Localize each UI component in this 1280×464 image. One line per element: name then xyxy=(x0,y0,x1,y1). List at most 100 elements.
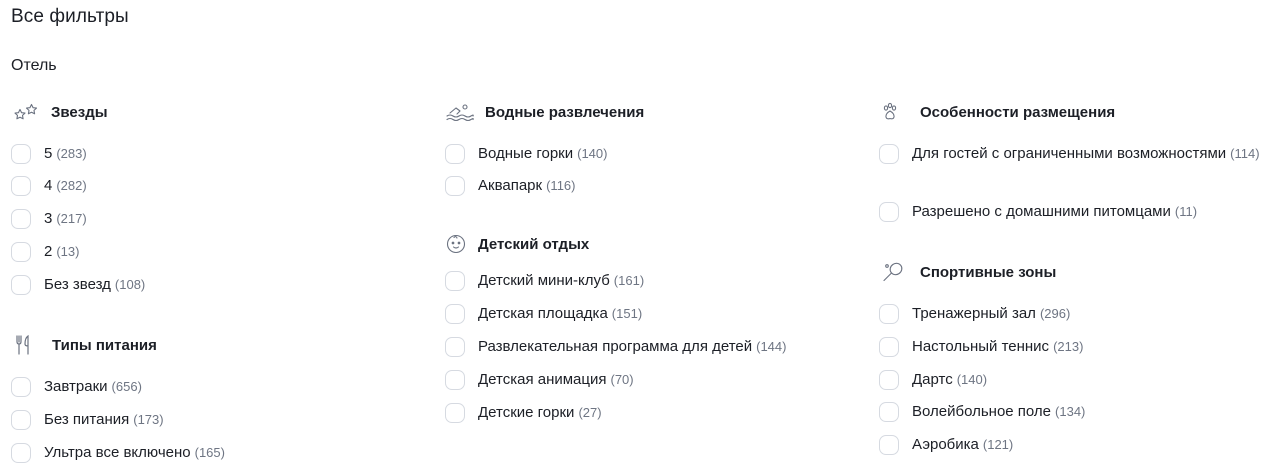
checkbox-pets-allowed[interactable]: Разрешено с домашними питомцами (11) xyxy=(879,202,1197,223)
checkbox[interactable] xyxy=(11,144,31,164)
checkbox[interactable] xyxy=(879,402,899,422)
option-count: (151) xyxy=(611,306,643,321)
option-count: (11) xyxy=(1174,204,1198,219)
checkbox-water-slides[interactable]: Водные горки (140) xyxy=(445,144,607,165)
option-label: Тренажерный зал xyxy=(912,305,1036,322)
option-count: (114) xyxy=(1230,146,1260,161)
option-count: (144) xyxy=(756,339,787,354)
page-title: Все фильтры xyxy=(11,6,129,27)
filter-group-water: Водные развлечения xyxy=(446,100,644,124)
filter-group-stars: Звезды xyxy=(13,100,108,124)
group-title: Водные развлечения xyxy=(485,103,645,121)
checkbox[interactable] xyxy=(879,370,899,390)
option-count: (161) xyxy=(613,273,645,288)
option-label: 3 xyxy=(44,210,53,227)
checkbox-volleyball[interactable]: Волейбольное поле (134) xyxy=(879,402,1085,423)
checkbox-ultra-all-inclusive[interactable]: Ультра все включено (165) xyxy=(11,443,225,464)
checkbox-kids-entertainment[interactable]: Развлекательная программа для детей (144) xyxy=(445,337,786,358)
option-label: 5 xyxy=(44,145,53,162)
checkbox[interactable] xyxy=(11,377,31,397)
checkbox-aquapark[interactable]: Аквапарк (116) xyxy=(445,176,575,197)
group-title: Детский отдых xyxy=(478,235,590,253)
option-count: (213) xyxy=(1053,339,1084,354)
checkbox-stars-4[interactable]: 4 (282) xyxy=(11,176,87,197)
option-count: (283) xyxy=(56,146,87,161)
option-count: (70) xyxy=(610,372,634,387)
checkbox[interactable] xyxy=(11,410,31,430)
option-label: Аквапарк xyxy=(478,177,543,194)
option-label: Детская площадка xyxy=(478,305,608,322)
checkbox-stars-5[interactable]: 5 (283) xyxy=(11,144,87,165)
option-label: Аэробика xyxy=(912,436,979,453)
fork-knife-icon xyxy=(13,334,41,356)
checkbox-table-tennis[interactable]: Настольный теннис (213) xyxy=(879,337,1083,358)
option-label: Водные горки xyxy=(478,145,574,162)
option-label: Без звезд xyxy=(44,276,111,293)
checkbox-aerobics[interactable]: Аэробика (121) xyxy=(879,435,1013,456)
option-count: (108) xyxy=(114,277,146,292)
option-count: (134) xyxy=(1055,404,1086,419)
option-label: 2 xyxy=(44,243,53,260)
checkbox-kids-slides[interactable]: Детские горки (27) xyxy=(445,403,602,424)
group-title: Особенности размещения xyxy=(920,103,1116,121)
checkbox[interactable] xyxy=(11,443,31,463)
option-count: (116) xyxy=(546,178,576,193)
option-label: Ультра все включено xyxy=(44,444,191,461)
checkbox[interactable] xyxy=(445,370,465,390)
option-label: Волейбольное поле xyxy=(912,403,1052,420)
option-count: (217) xyxy=(56,211,87,226)
swimmer-icon xyxy=(446,101,474,123)
checkbox[interactable] xyxy=(879,144,899,164)
checkbox-darts[interactable]: Дартс (140) xyxy=(879,370,987,391)
option-label: Разрешено с домашними питомцами xyxy=(912,203,1171,220)
checkbox-no-meals[interactable]: Без питания (173) xyxy=(11,410,164,431)
group-title: Звезды xyxy=(51,103,108,121)
option-label: Для гостей с ограниченными возможностями xyxy=(912,145,1227,162)
option-count: (140) xyxy=(577,146,608,161)
checkbox-accessible[interactable]: Для гостей с ограниченными возможностями… xyxy=(879,144,1272,165)
checkbox[interactable] xyxy=(11,176,31,196)
option-label: Без питания xyxy=(44,411,130,428)
checkbox-breakfast[interactable]: Завтраки (656) xyxy=(11,377,142,398)
checkbox[interactable] xyxy=(879,304,899,324)
option-label: 4 xyxy=(44,177,53,194)
checkbox[interactable] xyxy=(879,202,899,222)
stars-icon xyxy=(13,101,41,123)
option-count: (27) xyxy=(578,405,602,420)
checkbox[interactable] xyxy=(11,275,31,295)
checkbox-stars-2[interactable]: 2 (13) xyxy=(11,242,79,263)
option-label: Настольный теннис xyxy=(912,338,1050,355)
group-title: Спортивные зоны xyxy=(920,263,1057,281)
checkbox-kids-animation[interactable]: Детская анимация (70) xyxy=(445,370,634,391)
filter-group-accommodation: Особенности размещения xyxy=(881,100,1115,124)
checkbox-stars-none[interactable]: Без звезд (108) xyxy=(11,275,145,296)
checkbox[interactable] xyxy=(445,271,465,291)
checkbox[interactable] xyxy=(445,304,465,324)
checkbox-gym[interactable]: Тренажерный зал (296) xyxy=(879,304,1070,325)
checkbox[interactable] xyxy=(11,242,31,262)
checkbox[interactable] xyxy=(445,144,465,164)
filter-group-sport: Спортивные зоны xyxy=(881,260,1056,284)
section-title-hotel: Отель xyxy=(11,57,57,74)
group-title: Типы питания xyxy=(52,336,157,354)
option-label: Детские горки xyxy=(478,404,575,421)
checkbox-playground[interactable]: Детская площадка (151) xyxy=(445,304,642,325)
checkbox[interactable] xyxy=(879,435,899,455)
checkbox[interactable] xyxy=(11,209,31,229)
option-label: Завтраки xyxy=(44,378,108,395)
filter-group-kids: Детский отдых xyxy=(446,232,589,256)
filter-group-food: Типы питания xyxy=(13,333,157,357)
checkbox[interactable] xyxy=(445,337,465,357)
checkbox[interactable] xyxy=(445,176,465,196)
checkbox[interactable] xyxy=(879,337,899,357)
checkbox[interactable] xyxy=(445,403,465,423)
checkbox-stars-3[interactable]: 3 (217) xyxy=(11,209,87,230)
option-count: (656) xyxy=(111,379,142,394)
option-label: Развлекательная программа для детей xyxy=(478,338,753,355)
option-label: Детская анимация xyxy=(478,371,607,388)
option-count: (13) xyxy=(56,244,80,259)
tennis-racket-icon xyxy=(881,261,909,283)
option-count: (165) xyxy=(194,445,225,460)
option-count: (140) xyxy=(956,372,988,387)
checkbox-kids-miniclub[interactable]: Детский мини-клуб (161) xyxy=(445,271,644,292)
